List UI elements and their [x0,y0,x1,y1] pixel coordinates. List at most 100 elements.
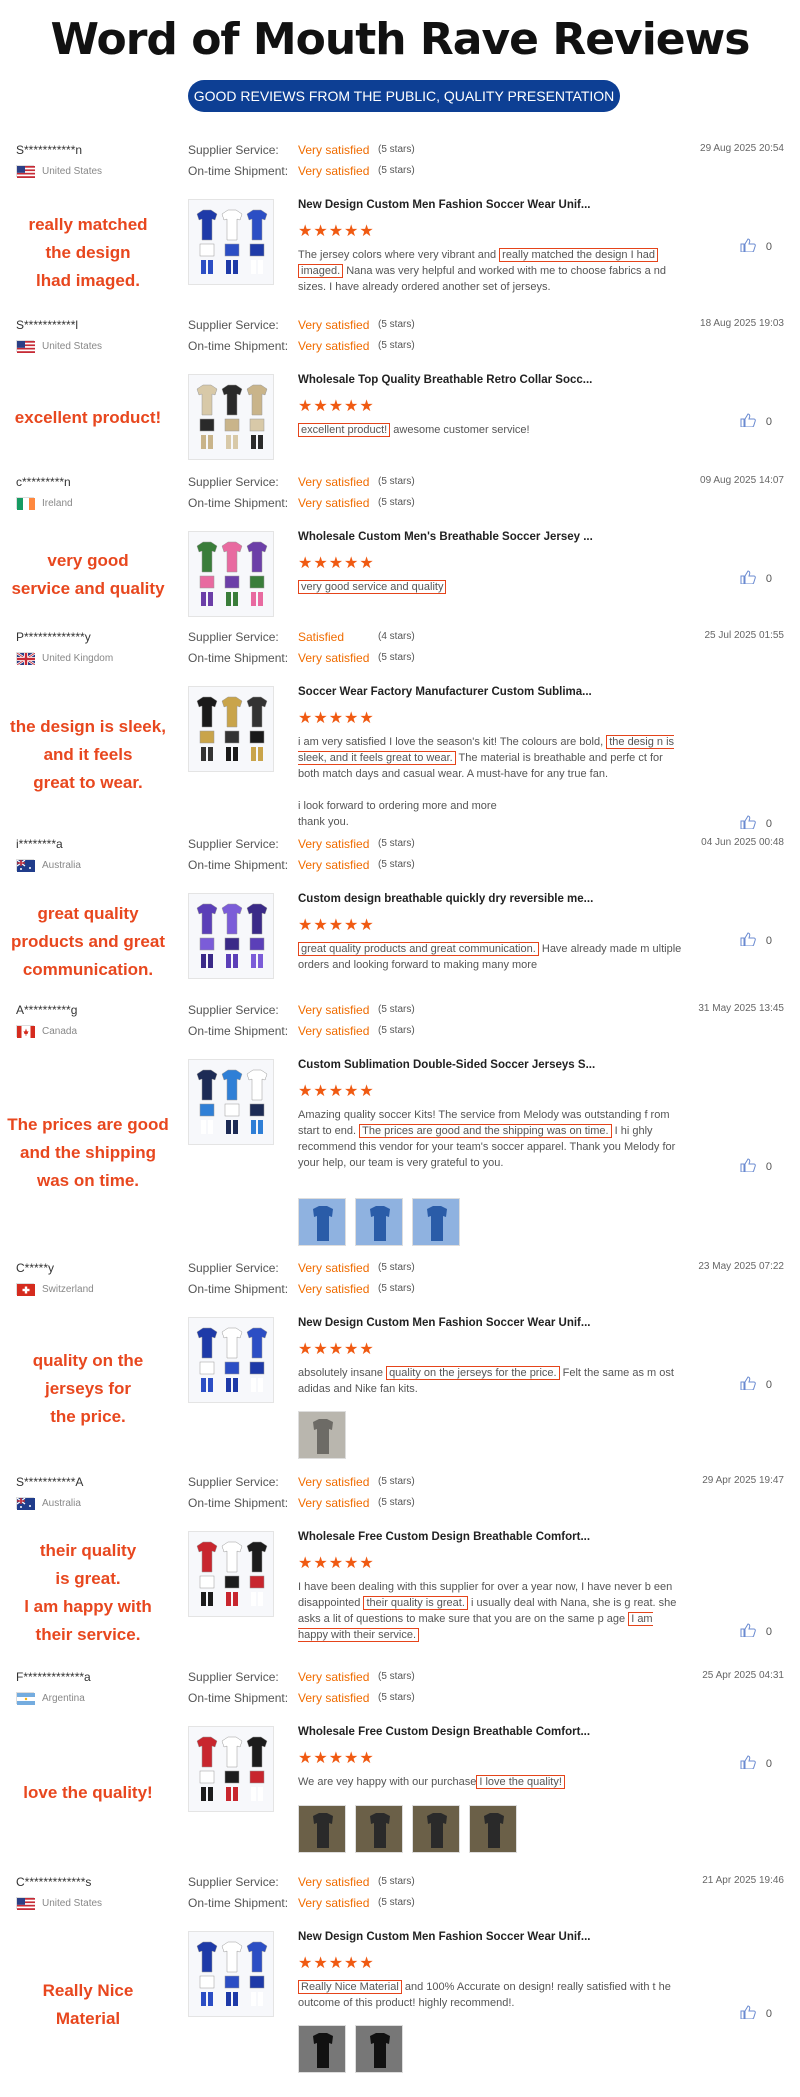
supplier-service-label: Supplier Service: [188,1875,279,1889]
reviewer-country: United States [16,165,102,178]
product-title[interactable]: New Design Custom Men Fashion Soccer Wea… [298,1317,590,1329]
review-date: 25 Jul 2025 01:55 [704,630,784,641]
supplier-service-stars: (5 stars) [378,319,415,330]
country-flag-icon [16,1897,35,1910]
review-card: S***********l United States Supplier Servi… [0,318,800,468]
supplier-service-stars: (5 stars) [378,1876,415,1887]
like-button[interactable]: 0 [740,932,772,949]
review-text-segment: Nana was very helpful and worked with me… [298,265,666,293]
product-title[interactable]: Wholesale Free Custom Design Breathable … [298,1531,590,1543]
like-button[interactable]: 0 [740,1158,772,1175]
rating-stars-icon: ★★★★★ [298,1955,375,1972]
reviewer-name: S***********n [16,143,83,157]
review-text: We are vey happy with our purchase I love… [298,1774,683,1790]
thumbs-up-icon [740,1623,766,1640]
review-text: Amazing quality soccer Kits! The service… [298,1107,683,1171]
review-photo[interactable] [355,1198,403,1246]
product-title[interactable]: Wholesale Free Custom Design Breathable … [298,1726,590,1738]
like-count: 0 [765,934,772,947]
product-title[interactable]: Wholesale Top Quality Breathable Retro C… [298,374,592,386]
like-count: 0 [765,240,772,253]
product-thumbnail[interactable] [188,1531,274,1617]
product-thumbnail[interactable] [188,1317,274,1403]
like-button[interactable]: 0 [740,413,772,430]
supplier-service-stars: (5 stars) [378,838,415,849]
country-flag-icon [16,1025,35,1038]
highlighted-phrase: imaged. [298,264,344,278]
review-highlight: love the quality! [23,1782,153,1802]
product-thumbnail[interactable] [188,199,274,285]
thumbs-up-icon [740,1158,766,1175]
review-photo[interactable] [298,1411,346,1459]
product-title[interactable]: Soccer Wear Factory Manufacturer Custom … [298,686,592,698]
product-thumbnail[interactable] [188,531,274,617]
shipment-rating: Very satisfied [298,651,370,665]
review-photo[interactable] [298,2025,346,2073]
review-text-segment: We are vey happy with our purchase [298,1776,477,1788]
review-text-segment: i look forward to ordering more and more [298,800,497,812]
product-thumbnail[interactable] [188,1726,274,1812]
country-flag-icon [16,1497,35,1510]
supplier-service-stars: (5 stars) [378,1004,415,1015]
like-button[interactable]: 0 [740,1755,772,1772]
product-thumbnail[interactable] [188,893,274,979]
like-button[interactable]: 0 [740,238,772,255]
shipment-label: On-time Shipment: [188,858,289,872]
shipment-rating: Very satisfied [298,1024,370,1038]
product-title[interactable]: Custom design breathable quickly dry rev… [298,893,593,905]
review-photo[interactable] [469,1805,517,1853]
supplier-service-label: Supplier Service: [188,630,279,644]
like-button[interactable]: 0 [740,1623,772,1640]
highlighted-phrase: their quality is great. [363,1596,468,1610]
reviewer-name: C*****y [16,1261,55,1275]
review-date: 23 May 2025 07:22 [698,1261,784,1272]
reviewer-name: S***********l [16,318,79,332]
review-photo[interactable] [298,1198,346,1246]
reviewer-country: United Kingdom [16,652,113,666]
review-photo[interactable] [412,1198,460,1246]
supplier-service-rating: Very satisfied [298,1875,370,1889]
supplier-service-label: Supplier Service: [188,143,279,157]
review-card: c*********n Ireland Supplier Service: Very … [0,475,800,625]
country-name: Switzerland [42,1283,94,1295]
review-photo[interactable] [355,1805,403,1853]
reviewer-name: F*************a [16,1670,91,1684]
review-photo[interactable] [412,1805,460,1853]
shipment-label: On-time Shipment: [188,164,289,178]
product-thumbnail[interactable] [188,1931,274,2017]
country-flag-icon [16,165,35,178]
review-text-segment: The jersey colors where very vibrant and [298,249,500,261]
product-title[interactable]: Wholesale Custom Men's Breathable Soccer… [298,531,593,543]
shipment-stars: (5 stars) [378,652,415,663]
shipment-stars: (5 stars) [378,1025,415,1036]
reviewer-name: P*************y [16,630,91,644]
like-button[interactable]: 0 [740,570,772,587]
supplier-service-label: Supplier Service: [188,1670,279,1684]
product-thumbnail[interactable] [188,686,274,772]
like-button[interactable]: 0 [740,1376,772,1393]
shipment-stars: (5 stars) [378,859,415,870]
like-button[interactable]: 0 [740,815,772,832]
review-card: S***********n United States Supplier Servi… [0,143,800,313]
like-button[interactable]: 0 [740,2005,772,2022]
thumbs-up-icon [740,413,766,430]
product-thumbnail[interactable] [188,1059,274,1145]
reviewer-name: C*************s [16,1875,92,1889]
review-photo[interactable] [298,1805,346,1853]
shipment-stars: (5 stars) [378,1497,415,1508]
review-date: 29 Aug 2025 20:54 [700,143,784,154]
like-count: 0 [765,1757,772,1770]
highlighted-phrase: really matched the design I had [499,248,659,262]
product-title[interactable]: New Design Custom Men Fashion Soccer Wea… [298,1931,590,1943]
product-title[interactable]: New Design Custom Men Fashion Soccer Wea… [298,199,590,211]
product-thumbnail[interactable] [188,374,274,460]
review-photo[interactable] [355,2025,403,2073]
rating-stars-icon: ★★★★★ [298,1555,375,1572]
supplier-service-label: Supplier Service: [188,475,279,489]
rating-stars-icon: ★★★★★ [298,710,375,727]
review-card: C*****y Switzerland Supplier Service: Very … [0,1261,800,1466]
shipment-stars: (5 stars) [378,497,415,508]
rating-stars-icon: ★★★★★ [298,917,375,934]
product-title[interactable]: Custom Sublimation Double-Sided Soccer J… [298,1059,595,1071]
review-highlight: really matched the design lhad imaged. [28,215,148,290]
